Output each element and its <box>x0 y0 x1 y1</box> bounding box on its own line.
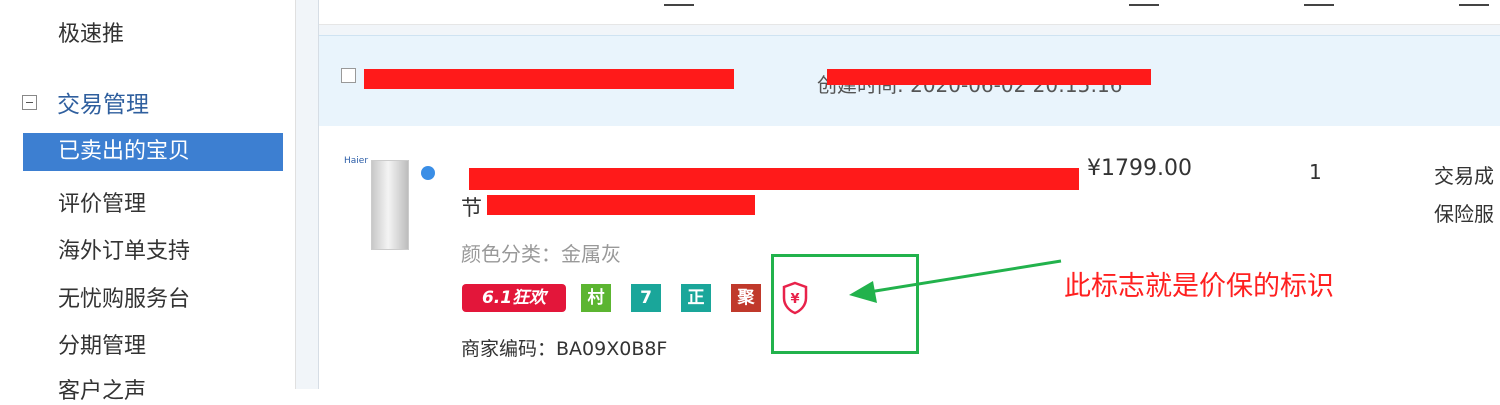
row-gap <box>319 25 1500 35</box>
sidebar-item-overseas[interactable]: 海外订单支持 <box>58 233 190 265</box>
promo-tag-618: 6.1狂欢 <box>462 284 566 312</box>
sidebar-group-trade[interactable]: 交易管理 <box>22 85 149 119</box>
sidebar-item-jisutui[interactable]: 极速推 <box>58 16 124 48</box>
product-title-start[interactable]: 节 <box>461 192 482 222</box>
redaction-time <box>827 69 1151 85</box>
main-content: 创建时间: 2020-06-02 20:15:16 Haier 节 颜色分类：金… <box>296 0 1500 389</box>
trade-status: 交易成 <box>1434 164 1494 188</box>
sidebar-item-installment[interactable]: 分期管理 <box>58 328 146 360</box>
header-col-fragment <box>1459 0 1489 6</box>
annotation-text: 此标志就是价保的标识 <box>1064 271 1334 302</box>
header-col-fragment <box>664 0 694 6</box>
redaction-title-2 <box>487 195 755 215</box>
redaction-title <box>469 168 1079 190</box>
info-icon[interactable] <box>421 166 435 180</box>
collapse-icon[interactable] <box>22 94 37 110</box>
item-quantity: 1 <box>1309 160 1322 184</box>
sidebar: 极速推 交易管理 已卖出的宝贝 评价管理 海外订单支持 无忧购服务台 分期管理 … <box>0 0 296 404</box>
item-price: ¥1799.00 <box>1087 156 1192 181</box>
table-header <box>319 0 1500 25</box>
sidebar-item-customer-voice[interactable]: 客户之声 <box>58 373 146 405</box>
annotation-arrow-icon <box>849 259 1062 303</box>
tag-juhuasuan-icon: 聚 <box>731 284 761 312</box>
sidebar-item-sold[interactable]: 已卖出的宝贝 <box>23 133 283 171</box>
insurance-status[interactable]: 保险服 <box>1434 198 1494 227</box>
redaction-order-no <box>364 69 734 89</box>
sidebar-item-review[interactable]: 评价管理 <box>58 186 146 218</box>
product-thumbnail[interactable] <box>371 160 409 250</box>
brand-logo: Haier <box>344 156 369 166</box>
order-checkbox[interactable] <box>341 68 356 83</box>
header-col-fragment <box>1129 0 1159 6</box>
sidebar-group-label: 交易管理 <box>57 92 149 118</box>
order-header: 创建时间: 2020-06-02 20:15:16 <box>319 35 1500 127</box>
tag-village-icon: 村 <box>581 284 611 312</box>
sidebar-item-wuyougou[interactable]: 无忧购服务台 <box>58 281 190 313</box>
order-panel: 创建时间: 2020-06-02 20:15:16 Haier 节 颜色分类：金… <box>318 0 1500 389</box>
tag-genuine-icon: 正 <box>681 284 711 312</box>
product-attr: 颜色分类：金属灰 <box>461 242 621 266</box>
order-item-row: Haier 节 颜色分类：金属灰 6.1狂欢 村 7 正 聚 ¥ 商家编码：BA… <box>319 126 1500 389</box>
tag-7day-icon: 7 <box>631 284 661 312</box>
header-col-fragment <box>1304 0 1334 6</box>
merchant-sku: 商家编码：BA09X0B8F <box>461 338 668 360</box>
